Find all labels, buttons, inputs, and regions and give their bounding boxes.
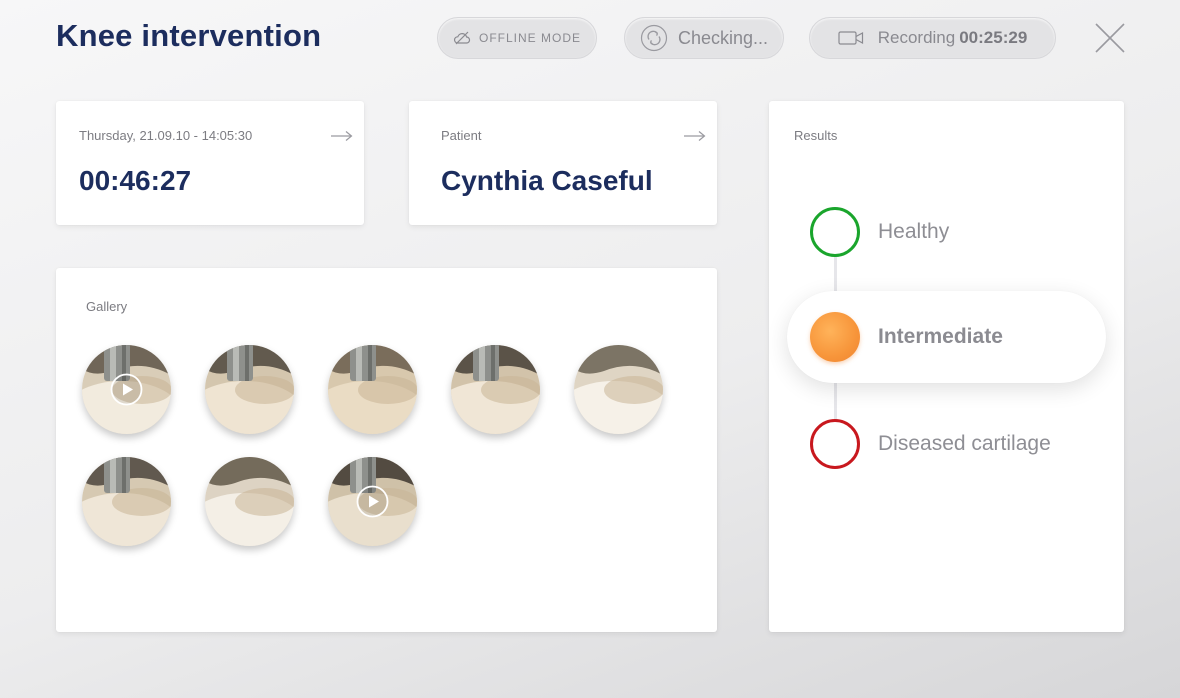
arrow-right-icon[interactable] [684, 130, 706, 142]
intermediate-indicator [810, 312, 860, 362]
cloud-off-icon [453, 31, 471, 45]
results-label: Results [794, 128, 838, 143]
result-intermediate[interactable]: Intermediate [787, 291, 1106, 383]
recording-time: 00:25:29 [959, 28, 1028, 47]
checking-label: Checking... [677, 27, 769, 48]
result-diseased-cartilage[interactable]: Diseased cartilage [810, 419, 1051, 469]
offline-mode-button[interactable]: OFFLINE MODE [437, 17, 597, 59]
patient-name: Cynthia Caseful [441, 165, 653, 196]
session-card[interactable]: Thursday, 21.09.10 - 14:05:30 00:46:27 [56, 101, 364, 225]
gallery-image-thumbnail[interactable] [205, 457, 294, 546]
patient-label: Patient [441, 128, 482, 143]
patient-card[interactable]: Patient Cynthia Caseful [409, 101, 717, 225]
gallery-label: Gallery [86, 299, 128, 314]
checking-status-button[interactable]: Checking... [624, 17, 784, 59]
page-title: Knee intervention [56, 18, 322, 53]
gallery-image-thumbnail[interactable] [205, 345, 294, 434]
session-datetime: Thursday, 21.09.10 - 14:05:30 [79, 128, 253, 143]
result-healthy[interactable]: Healthy [810, 207, 949, 257]
recording-text: Recording [877, 28, 956, 47]
session-elapsed-time: 00:46:27 [79, 165, 192, 196]
play-icon [110, 373, 143, 406]
arrow-right-icon[interactable] [331, 130, 353, 142]
healthy-indicator [810, 207, 860, 257]
gallery-image-thumbnail[interactable] [574, 345, 663, 434]
result-intermediate-label: Intermediate [878, 325, 1003, 348]
gallery-image-thumbnail[interactable] [82, 457, 171, 546]
play-icon [356, 485, 389, 518]
recording-label: Recording 00:25:29 [878, 28, 1028, 48]
gallery-image-thumbnail[interactable] [451, 345, 540, 434]
sync-icon [640, 24, 668, 52]
gallery-image-thumbnail[interactable] [328, 345, 417, 434]
close-icon [1095, 23, 1125, 53]
result-healthy-label: Healthy [878, 220, 950, 243]
result-diseased-label: Diseased cartilage [878, 432, 1051, 455]
diseased-indicator [810, 419, 860, 469]
recording-status-button[interactable]: Recording 00:25:29 [809, 17, 1056, 59]
camera-icon [838, 31, 863, 45]
offline-mode-label: OFFLINE MODE [478, 31, 581, 45]
gallery-video-thumbnail[interactable] [328, 457, 417, 546]
gallery-card: Gallery [56, 268, 717, 632]
close-button[interactable] [1094, 22, 1126, 54]
gallery-video-thumbnail[interactable] [82, 345, 171, 434]
